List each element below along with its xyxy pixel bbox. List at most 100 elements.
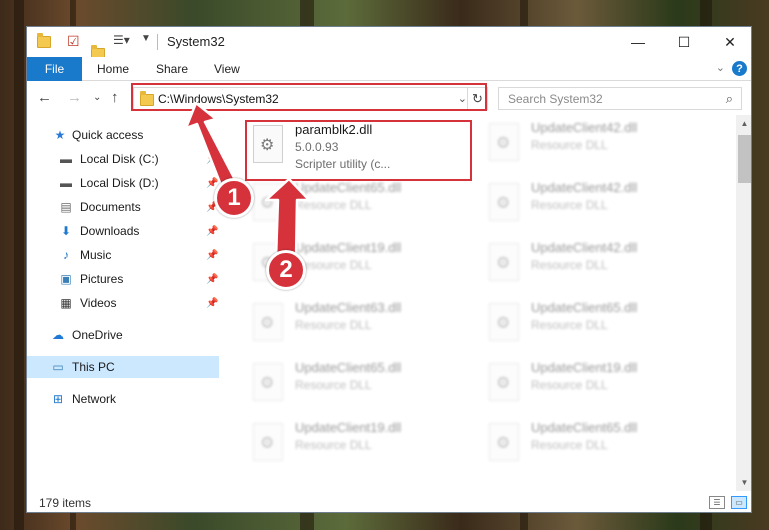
navigation-pane: ★ Quick access ▬ Local Disk (C:) 📌 ▬ Loc… — [27, 115, 219, 491]
network-icon: ⊞ — [52, 392, 64, 406]
dll-file-icon — [489, 363, 519, 401]
maximize-button[interactable]: ☐ — [661, 27, 707, 57]
file-type: Resource DLL — [295, 438, 372, 452]
folder-icon — [37, 33, 51, 48]
sidebar-item-local-disk-c[interactable]: ▬ Local Disk (C:) 📌 — [27, 148, 219, 170]
customize-toolbar-icon[interactable]: ☰▾ — [113, 33, 130, 49]
file-name: UpdateClient42.dll — [531, 180, 638, 195]
cloud-icon: ☁ — [52, 328, 64, 342]
file-type: Resource DLL — [531, 138, 608, 152]
vertical-scrollbar[interactable]: ▲ ▼ — [736, 115, 751, 491]
file-name: UpdateClient42.dll — [531, 120, 638, 135]
list-item[interactable]: UpdateClient65.dll Resource DLL — [245, 357, 475, 413]
forward-arrow-icon[interactable]: → — [67, 89, 82, 106]
sidebar-item-documents[interactable]: ▤ Documents 📌 — [27, 196, 219, 218]
sidebar-item-this-pc[interactable]: ▭ This PC — [27, 356, 219, 378]
list-item[interactable]: UpdateClient19.dll Resource DLL — [245, 417, 475, 473]
documents-icon: ▤ — [60, 200, 72, 214]
dll-file-icon — [489, 183, 519, 221]
dll-file-icon — [253, 423, 283, 461]
file-name: UpdateClient19.dll — [295, 240, 402, 255]
videos-icon: ▦ — [60, 296, 72, 310]
file-name: UpdateClient65.dll — [531, 300, 638, 315]
ribbon-tabs: File Home Share View ⌄ ? — [27, 57, 751, 81]
pin-icon[interactable]: 📌 — [206, 250, 218, 261]
tab-home[interactable]: Home — [97, 57, 129, 81]
scrollbar-thumb[interactable] — [738, 135, 751, 183]
title-separator — [157, 34, 158, 50]
chevron-down-icon[interactable]: ▼ — [141, 33, 151, 49]
tab-share[interactable]: Share — [156, 57, 188, 81]
tiles-view-icon[interactable]: ▭ — [731, 496, 747, 509]
pin-icon[interactable]: 📌 — [206, 226, 218, 237]
list-item[interactable]: UpdateClient65.dll Resource DLL — [481, 297, 711, 353]
file-type: Resource DLL — [531, 318, 608, 332]
downloads-icon: ⬇ — [60, 224, 72, 238]
status-bar: 179 items ☰ ▭ — [27, 491, 751, 512]
dll-file-icon — [489, 243, 519, 281]
file-name: UpdateClient42.dll — [531, 240, 638, 255]
file-name: UpdateClient65.dll — [295, 360, 402, 375]
help-icon[interactable]: ? — [732, 61, 747, 76]
address-bar-highlight — [131, 83, 487, 111]
dll-file-icon — [253, 363, 283, 401]
item-count: 179 items — [39, 496, 92, 510]
list-item[interactable]: UpdateClient42.dll Resource DLL — [481, 237, 711, 293]
tab-view[interactable]: View — [214, 57, 240, 81]
dll-file-icon — [253, 303, 283, 341]
list-item[interactable]: UpdateClient65.dll Resource DLL — [481, 417, 711, 473]
sidebar-item-videos[interactable]: ▦ Videos 📌 — [27, 292, 219, 314]
list-item[interactable]: UpdateClient63.dll Resource DLL — [245, 297, 475, 353]
expand-ribbon-icon[interactable]: ⌄ — [716, 61, 725, 74]
search-placeholder: Search System32 — [508, 92, 603, 106]
sidebar-item-network[interactable]: ⊞ Network — [27, 388, 219, 410]
list-item[interactable]: UpdateClient42.dll Resource DLL — [481, 177, 711, 233]
dll-file-icon — [489, 423, 519, 461]
file-type: Resource DLL — [295, 378, 372, 392]
window-title: System32 — [167, 34, 225, 49]
list-item[interactable]: UpdateClient19.dll Resource DLL — [481, 357, 711, 413]
star-icon: ★ — [54, 128, 66, 142]
list-item[interactable]: UpdateClient65.dll Resource DLL — [245, 177, 475, 233]
list-item[interactable]: UpdateClient42.dll Resource DLL — [481, 117, 711, 173]
details-view-icon[interactable]: ☰ — [709, 496, 725, 509]
title-bar: ☑ ☰▾ ▼ System32 — ☐ ✕ — [27, 27, 751, 60]
music-icon: ♪ — [63, 248, 69, 262]
file-type: Resource DLL — [295, 318, 372, 332]
tab-file[interactable]: File — [27, 57, 82, 81]
sidebar-item-downloads[interactable]: ⬇ Downloads 📌 — [27, 220, 219, 242]
file-name: UpdateClient19.dll — [295, 420, 402, 435]
sidebar-item-music[interactable]: ♪ Music 📌 — [27, 244, 219, 266]
step-1-badge: 1 — [214, 178, 254, 218]
dll-file-icon — [489, 303, 519, 341]
search-icon: ⌕ — [725, 91, 733, 106]
file-name: UpdateClient19.dll — [531, 360, 638, 375]
file-type: Resource DLL — [531, 378, 608, 392]
pin-icon[interactable]: 📌 — [206, 154, 218, 165]
background-tree — [14, 0, 24, 530]
scroll-down-icon[interactable]: ▼ — [736, 474, 751, 491]
file-type: Resource DLL — [531, 258, 608, 272]
file-type: Resource DLL — [531, 198, 608, 212]
pin-icon[interactable]: 📌 — [206, 274, 218, 285]
sidebar-item-pictures[interactable]: ▣ Pictures 📌 — [27, 268, 219, 290]
pictures-icon: ▣ — [60, 272, 72, 286]
close-button[interactable]: ✕ — [707, 27, 751, 57]
properties-icon[interactable]: ☑ — [67, 33, 80, 49]
sidebar-item-quick-access[interactable]: ★ Quick access — [27, 124, 219, 146]
search-input[interactable]: Search System32 ⌕ — [498, 87, 742, 110]
drive-icon: ▬ — [60, 176, 72, 190]
dll-file-icon — [253, 183, 283, 221]
minimize-button[interactable]: — — [615, 27, 661, 57]
file-type: Resource DLL — [295, 258, 372, 272]
file-highlight — [245, 120, 472, 181]
pin-icon[interactable]: 📌 — [206, 298, 218, 309]
sidebar-item-onedrive[interactable]: ☁ OneDrive — [27, 324, 219, 346]
up-arrow-icon[interactable]: ↑ — [111, 89, 119, 106]
file-name: UpdateClient65.dll — [295, 180, 402, 195]
sidebar-item-local-disk-d[interactable]: ▬ Local Disk (D:) 📌 — [27, 172, 219, 194]
scroll-up-icon[interactable]: ▲ — [736, 115, 751, 132]
back-arrow-icon[interactable]: ← — [37, 89, 52, 106]
file-name: UpdateClient63.dll — [295, 300, 402, 315]
recent-locations-icon[interactable]: ⌄ — [93, 92, 101, 103]
